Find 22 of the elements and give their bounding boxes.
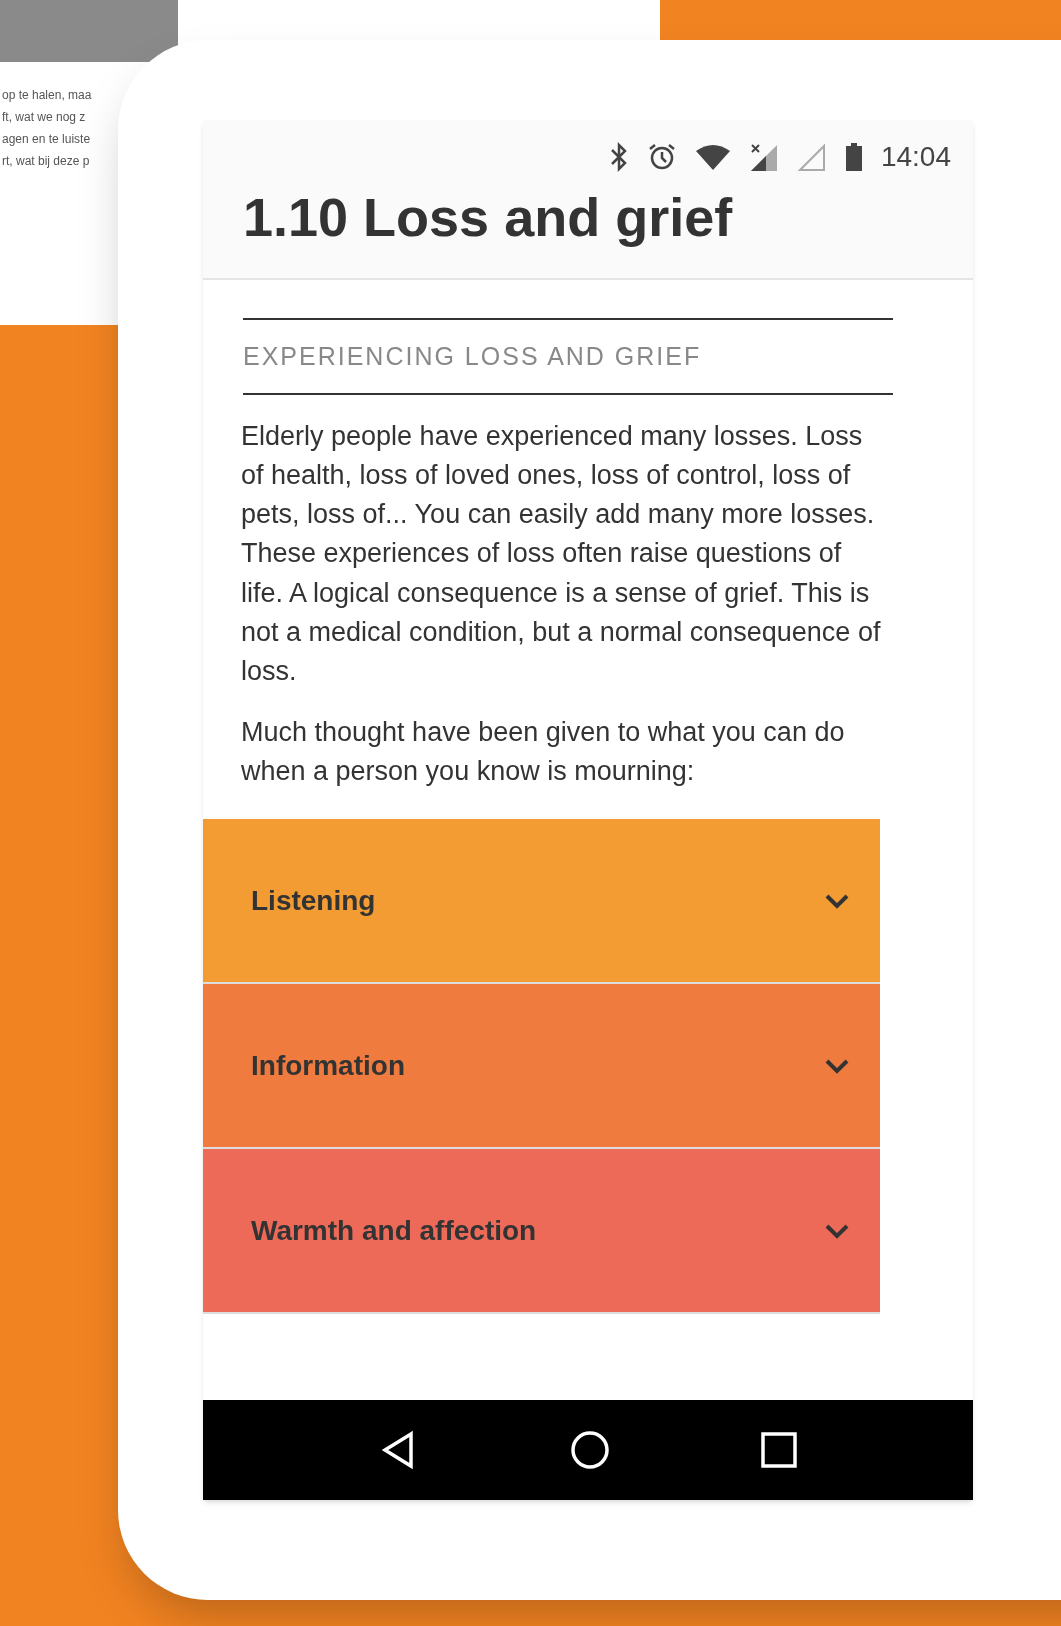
signal-icon	[748, 142, 779, 172]
recents-icon[interactable]	[761, 1432, 798, 1468]
text-line: ft, wat we nog z	[2, 109, 86, 126]
bluetooth-icon	[608, 142, 629, 172]
page-title: 1.10 Loss and grief	[242, 186, 734, 249]
chevron-down-icon	[824, 892, 850, 909]
chevron-down-icon	[824, 1222, 850, 1239]
body-paragraph: Elderly people have experienced many losses. Loss of health, loss of loved ones, loss of control, loss of pets, loss of... You can easily add many more losses. These experiences of loss often raise questions of life. A logical consequence is a sense of grief. This is not a medical condition, but a normal consequence of loss.	[241, 420, 882, 688]
battery-icon	[844, 142, 863, 172]
text-line: rt, wat bij deze p	[2, 153, 90, 170]
body-paragraph: Much thought have been given to what you can do when a person you know is mourning:	[241, 716, 846, 789]
home-icon[interactable]	[570, 1430, 610, 1470]
status-time: 14:04	[880, 140, 951, 174]
text-line: agen en te luiste	[2, 131, 91, 148]
chevron-down-icon	[824, 1057, 850, 1074]
accordion-item[interactable]: Warmth and affection	[203, 1149, 880, 1315]
signal-icon	[796, 142, 827, 172]
wifi-icon	[694, 143, 731, 171]
accordion-item[interactable]: Information	[203, 984, 880, 1150]
accordion-item[interactable]: Listening	[203, 819, 880, 985]
section-heading: EXPERIENCING LOSS AND GRIEF	[243, 341, 702, 370]
text-line: op te halen, maa	[2, 87, 92, 104]
